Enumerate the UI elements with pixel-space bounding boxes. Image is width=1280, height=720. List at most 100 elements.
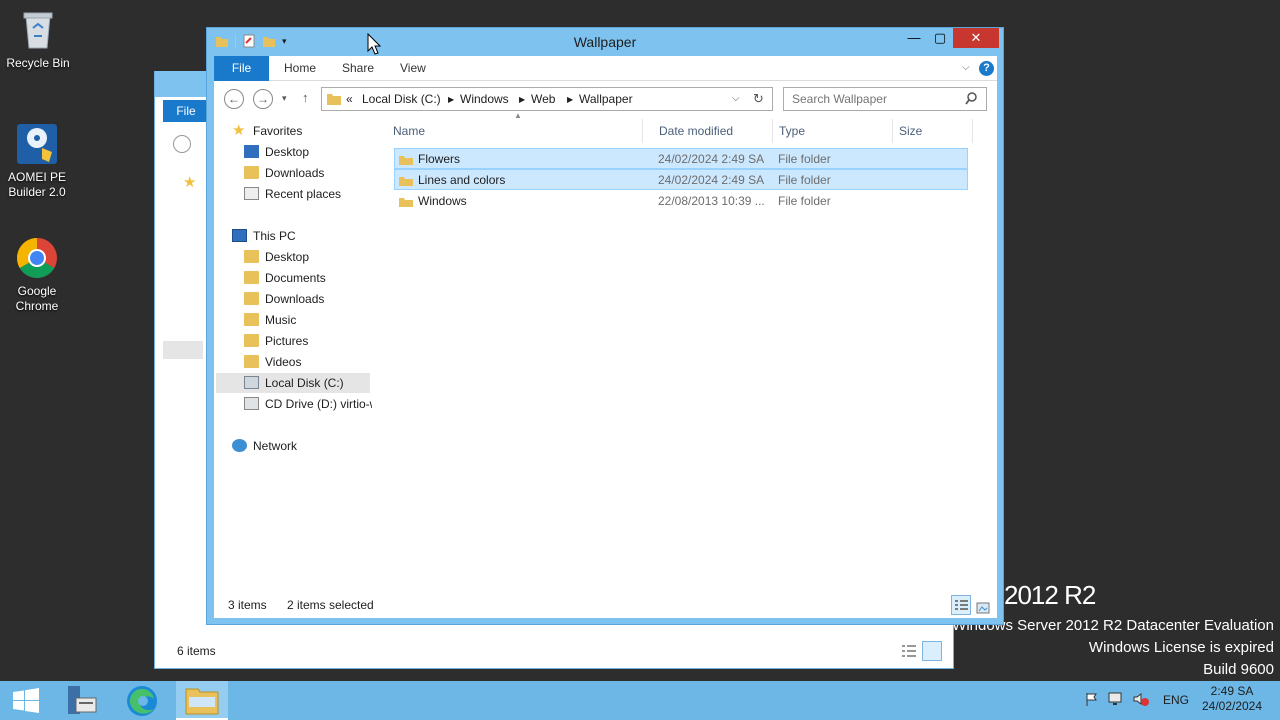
address-row: ← → ▾ ↑ « Local Disk (C:) ▶ Windows ▶ We… xyxy=(214,81,997,117)
breadcrumb-web[interactable]: Web xyxy=(531,92,555,106)
nav-label: Desktop xyxy=(265,250,310,264)
large-icons-view-icon[interactable] xyxy=(975,598,991,614)
back-button[interactable]: ← xyxy=(224,89,244,109)
close-button[interactable]: ✕ xyxy=(953,28,999,48)
column-header-date[interactable]: Date modified xyxy=(653,119,773,143)
refresh-icon[interactable]: ↻ xyxy=(753,91,764,107)
nav-label: Network xyxy=(253,439,298,453)
license-watermark: Windows License is expired xyxy=(1088,639,1274,656)
details-view-icon[interactable] xyxy=(951,595,971,615)
file-type: File folder xyxy=(778,152,831,166)
search-box[interactable] xyxy=(783,87,987,111)
background-nav-selected xyxy=(163,341,203,359)
nav-pc-music[interactable]: Music xyxy=(244,310,296,330)
taskbar: ENG 2:49 SA 24/02/2024 xyxy=(0,681,1280,720)
nav-pc-cd-drive[interactable]: CD Drive (D:) virtio-w xyxy=(244,394,372,414)
chrome-icon xyxy=(15,236,59,280)
clock[interactable]: 2:49 SA 24/02/2024 xyxy=(1200,684,1264,714)
tab-file[interactable]: File xyxy=(214,56,269,81)
nav-favorites-desktop[interactable]: Desktop xyxy=(244,142,309,162)
input-language[interactable]: ENG xyxy=(1163,681,1189,720)
nav-pc-pictures[interactable]: Pictures xyxy=(244,331,308,351)
recent-places-icon xyxy=(244,187,259,200)
column-header-name[interactable]: Name xyxy=(387,119,643,143)
cd-drive-icon xyxy=(244,397,259,410)
breadcrumb-wallpaper[interactable]: Wallpaper xyxy=(579,92,633,106)
nav-pc-downloads[interactable]: Downloads xyxy=(244,289,324,309)
background-file-tab[interactable]: File xyxy=(163,100,209,122)
nav-network[interactable]: Network xyxy=(232,436,297,456)
folder-icon xyxy=(244,355,259,368)
background-back-icon[interactable] xyxy=(173,135,191,153)
file-explorer-taskbar-button[interactable] xyxy=(176,681,228,720)
breadcrumb-separator-icon[interactable]: ▶ xyxy=(567,95,573,104)
background-favorites-star-icon: ★ xyxy=(183,174,197,191)
desktop-icon-aomei[interactable]: AOMEI PE Builder 2.0 xyxy=(0,122,75,200)
action-center-flag-icon[interactable] xyxy=(1084,681,1100,720)
breadcrumb-separator-icon[interactable]: ▶ xyxy=(519,95,525,104)
drive-icon xyxy=(244,376,259,389)
start-button[interactable] xyxy=(0,681,52,720)
edge-icon xyxy=(127,686,157,716)
os-version-watermark: 2012 R2 xyxy=(1004,580,1096,610)
file-explorer-icon xyxy=(185,688,219,715)
nav-pc-documents[interactable]: Documents xyxy=(244,268,326,288)
recycle-bin-icon xyxy=(16,8,60,52)
breadcrumb-windows[interactable]: Windows xyxy=(460,92,509,106)
desktop-icon-label: Google Chrome xyxy=(15,284,59,313)
nav-favorites-downloads[interactable]: Downloads xyxy=(244,163,324,183)
maximize-button[interactable]: ▢ xyxy=(927,28,953,48)
minimize-button[interactable]: — xyxy=(901,28,927,48)
column-header-type[interactable]: Type xyxy=(773,119,893,143)
file-row-flowers[interactable]: Flowers 24/02/2024 2:49 SA File folder xyxy=(394,148,968,169)
window-titlebar[interactable]: ▾ Wallpaper — ▢ ✕ xyxy=(207,28,1003,56)
tab-view[interactable]: View xyxy=(400,56,426,81)
desktop-icon-chrome[interactable]: Google Chrome xyxy=(0,236,75,314)
file-row-lines-and-colors[interactable]: Lines and colors 24/02/2024 2:49 SA File… xyxy=(394,169,968,190)
expand-ribbon-icon[interactable]: ⌵ xyxy=(962,62,970,73)
status-bar: 3 items 2 items selected xyxy=(214,592,997,618)
network-tray-icon[interactable] xyxy=(1108,681,1126,720)
forward-button[interactable]: → xyxy=(253,89,273,109)
address-history-icon[interactable]: ⌵ xyxy=(732,93,740,104)
aomei-icon xyxy=(15,122,59,166)
help-icon[interactable]: ? xyxy=(979,61,994,76)
nav-label: CD Drive (D:) virtio-w xyxy=(265,397,372,411)
nav-this-pc[interactable]: This PC xyxy=(232,226,296,246)
nav-pc-videos[interactable]: Videos xyxy=(244,352,301,372)
nav-favorites[interactable]: ★ Favorites xyxy=(232,121,302,141)
breadcrumb-overflow[interactable]: « xyxy=(346,92,353,106)
folder-icon xyxy=(244,250,259,263)
folder-icon xyxy=(399,153,413,165)
nav-pc-local-disk[interactable]: Local Disk (C:) xyxy=(216,373,370,393)
edge-button[interactable] xyxy=(116,681,168,720)
breadcrumb-separator-icon[interactable]: ▶ xyxy=(448,95,454,104)
recent-locations-chevron-icon[interactable]: ▾ xyxy=(282,93,287,104)
explorer-window[interactable]: ▾ Wallpaper — ▢ ✕ File Home Share View ⌵… xyxy=(206,27,1004,625)
network-icon xyxy=(232,439,247,452)
ribbon: File Home Share View ⌵ ? xyxy=(214,56,997,81)
nav-favorites-recent[interactable]: Recent places xyxy=(244,184,341,204)
nav-pc-desktop[interactable]: Desktop xyxy=(244,247,309,267)
desktop-icon-label: AOMEI PE Builder 2.0 xyxy=(7,170,66,199)
nav-label: Local Disk (C:) xyxy=(265,376,344,390)
nav-label: This PC xyxy=(253,229,296,243)
file-date: 24/02/2024 2:49 SA xyxy=(658,152,765,166)
file-row-windows[interactable]: Windows 22/08/2013 10:39 ... File folder xyxy=(394,190,968,211)
tab-share[interactable]: Share xyxy=(342,56,374,81)
file-type: File folder xyxy=(778,194,831,208)
breadcrumb-local-disk[interactable]: Local Disk (C:) xyxy=(362,92,441,106)
background-tiles-view-icon[interactable] xyxy=(922,641,942,661)
search-input[interactable] xyxy=(792,89,962,109)
tab-home[interactable]: Home xyxy=(284,56,316,81)
address-bar[interactable]: « Local Disk (C:) ▶ Windows ▶ Web ▶ Wall… xyxy=(321,87,773,111)
volume-muted-icon[interactable] xyxy=(1132,681,1150,720)
column-header-size[interactable]: Size xyxy=(893,119,973,143)
server-manager-button[interactable] xyxy=(56,681,108,720)
background-details-view-icon[interactable] xyxy=(900,643,918,659)
up-button[interactable]: ↑ xyxy=(302,90,309,105)
nav-label: Downloads xyxy=(265,292,325,306)
search-icon[interactable] xyxy=(964,91,978,105)
desktop-icon-recycle-bin[interactable]: Recycle Bin xyxy=(0,8,76,71)
file-type: File folder xyxy=(778,173,831,187)
